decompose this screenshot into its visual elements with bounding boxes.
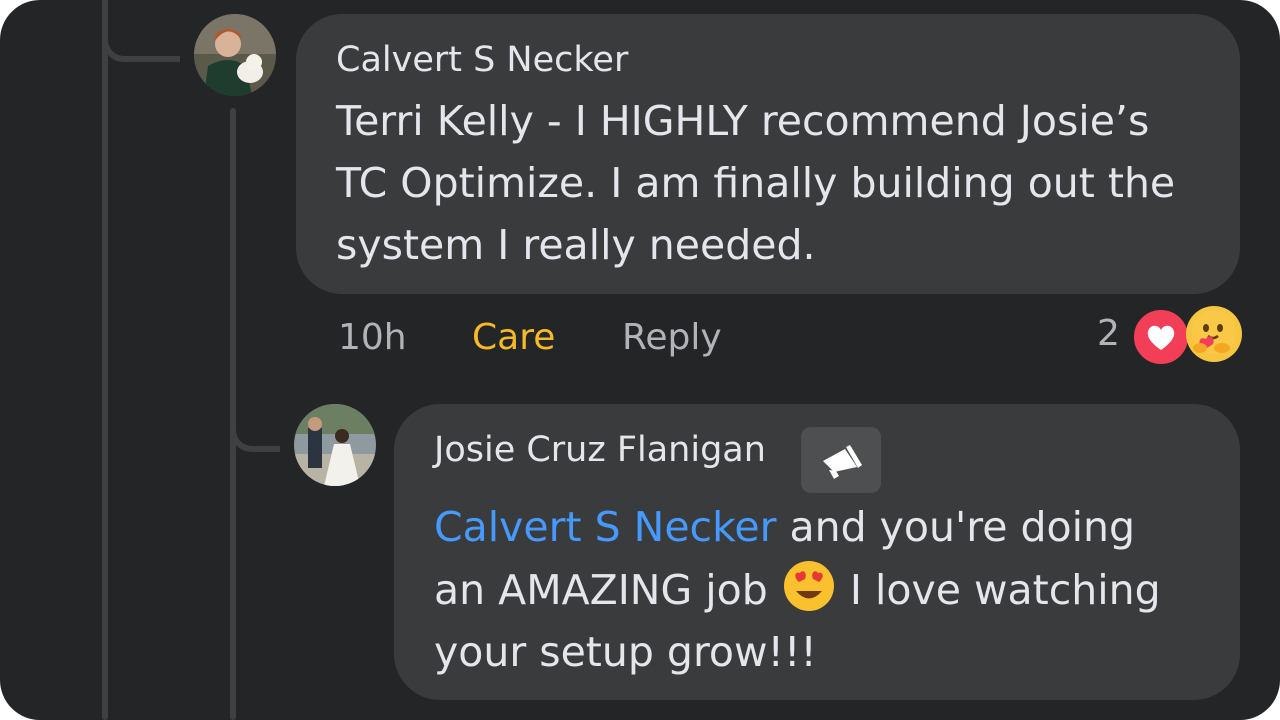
thread-line-outer bbox=[102, 0, 108, 720]
comment-author-1[interactable]: Calvert S Necker bbox=[336, 40, 628, 80]
comment-text-line: TC Optimize. I am finally building out t… bbox=[336, 159, 1176, 207]
heart-reaction-icon[interactable] bbox=[1131, 307, 1191, 367]
comment-text-segment: and you're doing bbox=[776, 503, 1136, 551]
comment-time-1[interactable]: 10h bbox=[338, 317, 407, 358]
care-reaction-button[interactable]: Care bbox=[472, 317, 555, 358]
avatar-josie[interactable] bbox=[294, 404, 376, 486]
avatar-calvert[interactable] bbox=[194, 14, 276, 96]
comment-text-line: system I really needed. bbox=[336, 221, 816, 269]
comment-text-segment: an AMAZING job bbox=[434, 566, 781, 614]
thread-connector-2 bbox=[230, 360, 280, 452]
comment-text-line: an AMAZING job I love watching bbox=[434, 558, 1161, 621]
comment-thread: Calvert S Necker Terri Kelly - I HIGHLY … bbox=[0, 0, 1280, 720]
comment-text-1: Terri Kelly - I HIGHLY recommend Josie’s… bbox=[336, 90, 1175, 276]
reaction-count[interactable]: 2 bbox=[1097, 313, 1120, 354]
comment-author-2[interactable]: Josie Cruz Flanigan bbox=[434, 430, 766, 470]
reply-button[interactable]: Reply bbox=[622, 317, 722, 358]
comment-text-line: your setup grow!!! bbox=[434, 628, 817, 676]
comment-text-2: Calvert S Necker and you're doing an AMA… bbox=[434, 496, 1161, 683]
megaphone-icon bbox=[801, 427, 881, 493]
mention-link[interactable]: Calvert S Necker bbox=[434, 503, 776, 551]
comment-text-line: Calvert S Necker and you're doing bbox=[434, 496, 1161, 558]
heart-eyes-emoji bbox=[781, 558, 837, 611]
comment-text-segment: I love watching bbox=[836, 566, 1161, 614]
care-hug-reaction-icon[interactable] bbox=[1186, 306, 1242, 362]
thread-connector-1 bbox=[102, 0, 180, 62]
comment-text-line: Terri Kelly - I HIGHLY recommend Josie’s bbox=[336, 97, 1150, 145]
